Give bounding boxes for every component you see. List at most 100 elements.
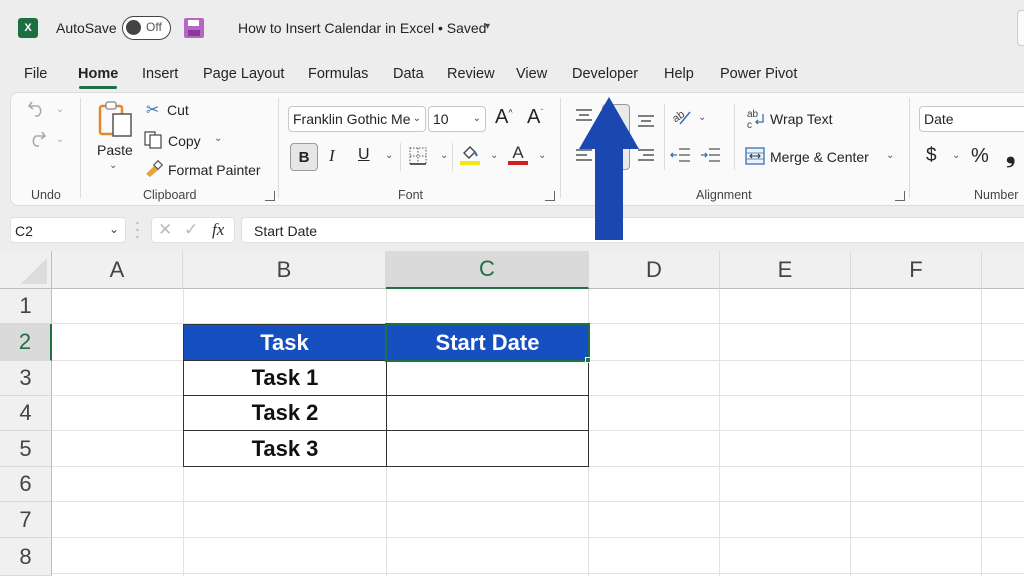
cell-b2[interactable]: Task xyxy=(183,324,386,361)
underline-button[interactable]: U xyxy=(358,146,370,164)
cell-c5[interactable] xyxy=(386,430,589,467)
bold-button[interactable]: B xyxy=(290,143,318,171)
paste-button[interactable]: Paste xyxy=(97,142,133,158)
divider xyxy=(400,143,401,171)
gridline xyxy=(981,289,982,576)
gridline xyxy=(719,289,720,576)
chevron-down-icon[interactable]: ▾ xyxy=(485,21,490,32)
column-header-c[interactable]: C xyxy=(386,251,589,289)
cancel-icon[interactable]: ✕ xyxy=(158,220,172,240)
tab-home[interactable]: Home xyxy=(78,66,118,89)
merge-dropdown-icon[interactable]: ⌄ xyxy=(886,150,894,161)
row-header-1[interactable]: 1 xyxy=(0,289,52,324)
column-header-f[interactable]: F xyxy=(851,251,982,289)
underline-dropdown-icon[interactable]: ⌄ xyxy=(385,150,393,161)
redo-icon[interactable] xyxy=(26,128,48,148)
autosave-label: AutoSave xyxy=(56,20,117,36)
alignment-launcher-icon[interactable] xyxy=(895,191,905,201)
select-all-button[interactable] xyxy=(0,251,52,289)
paste-dropdown-icon[interactable]: ⌄ xyxy=(109,160,117,171)
cut-button[interactable]: Cut xyxy=(167,102,189,118)
orientation-dropdown-icon[interactable]: ⌄ xyxy=(698,112,706,123)
tab-formulas[interactable]: Formulas xyxy=(308,66,368,82)
divider xyxy=(664,104,665,170)
tab-developer[interactable]: Developer xyxy=(572,66,638,82)
cell-c4[interactable] xyxy=(386,395,589,431)
copy-dropdown-icon[interactable]: ⌄ xyxy=(214,133,222,144)
cell-c2[interactable]: Start Date xyxy=(386,324,589,361)
undo-dropdown-icon[interactable]: ⌄ xyxy=(56,104,64,115)
currency-dropdown-icon[interactable]: ⌄ xyxy=(952,150,960,161)
orientation-icon[interactable]: ab xyxy=(670,106,694,128)
cell-c3[interactable] xyxy=(386,360,589,396)
row-header-2[interactable]: 2 xyxy=(0,324,52,361)
tab-view[interactable]: View xyxy=(516,66,547,82)
font-name-select[interactable]: Franklin Gothic Me ⌄ xyxy=(288,106,426,132)
cell-b5[interactable]: Task 3 xyxy=(183,430,387,467)
cell-b3[interactable]: Task 1 xyxy=(183,360,387,396)
enter-icon[interactable]: ✓ xyxy=(184,220,198,240)
autosave-toggle[interactable]: Off xyxy=(122,16,171,40)
font-group-label: Font xyxy=(398,188,424,202)
font-color-icon[interactable]: A xyxy=(507,143,529,167)
font-launcher-icon[interactable] xyxy=(545,191,555,201)
tab-data[interactable]: Data xyxy=(393,66,424,82)
cell-b4[interactable]: Task 2 xyxy=(183,395,387,431)
grow-font-icon: A xyxy=(495,106,509,128)
increase-indent-icon[interactable] xyxy=(700,147,722,163)
grow-font-button[interactable]: A^ xyxy=(495,106,513,129)
name-box[interactable]: C2 ⌄ xyxy=(10,217,126,243)
column-header-a[interactable]: A xyxy=(52,251,183,289)
tab-file[interactable]: File xyxy=(24,66,47,82)
group-divider xyxy=(560,98,561,198)
row-header-5[interactable]: 5 xyxy=(0,431,52,467)
wrap-text-button[interactable]: Wrap Text xyxy=(770,111,833,127)
row-header-6[interactable]: 6 xyxy=(0,467,52,502)
svg-text:ab: ab xyxy=(747,109,759,120)
redo-dropdown-icon[interactable]: ⌄ xyxy=(56,134,64,145)
paste-icon[interactable] xyxy=(98,100,134,138)
borders-icon[interactable] xyxy=(408,146,428,166)
decrease-indent-icon[interactable] xyxy=(670,147,692,163)
percent-button[interactable]: % xyxy=(971,145,989,168)
merge-center-button[interactable]: Merge & Center xyxy=(770,149,869,165)
comma-style-button[interactable]: ❟ xyxy=(1006,141,1015,169)
save-icon[interactable] xyxy=(184,18,204,38)
font-name-value: Franklin Gothic Me xyxy=(293,111,411,127)
font-size-select[interactable]: 10 ⌄ xyxy=(428,106,486,132)
wrap-text-icon: abc xyxy=(747,109,764,130)
italic-button[interactable]: I xyxy=(329,146,335,166)
font-color-dropdown-icon[interactable]: ⌄ xyxy=(538,150,546,161)
copy-button[interactable]: Copy xyxy=(168,133,201,149)
row-header-4[interactable]: 4 xyxy=(0,396,52,431)
fill-handle[interactable] xyxy=(585,357,591,363)
format-painter-button[interactable]: Format Painter xyxy=(168,162,261,178)
shrink-font-button[interactable]: Aˇ xyxy=(527,106,543,129)
tab-insert[interactable]: Insert xyxy=(142,66,178,82)
row-header-7[interactable]: 7 xyxy=(0,502,52,538)
clipboard-launcher-icon[interactable] xyxy=(265,191,275,201)
number-format-select[interactable]: Date xyxy=(919,106,1024,132)
search-box[interactable] xyxy=(1017,10,1024,46)
document-title[interactable]: How to Insert Calendar in Excel • Saved xyxy=(238,20,486,36)
column-header-b[interactable]: B xyxy=(183,251,386,289)
tab-page-layout[interactable]: Page Layout xyxy=(203,66,284,82)
insert-function-icon[interactable]: fx xyxy=(212,220,224,240)
fill-color-dropdown-icon[interactable]: ⌄ xyxy=(490,150,498,161)
fill-color-icon[interactable] xyxy=(459,143,481,167)
row-header-8[interactable]: 8 xyxy=(0,538,52,576)
row-header-3[interactable]: 3 xyxy=(0,361,52,396)
currency-button[interactable]: $ xyxy=(926,145,937,167)
column-header-e[interactable]: E xyxy=(720,251,851,289)
undo-icon[interactable] xyxy=(26,98,48,118)
group-divider xyxy=(909,98,910,198)
clipboard-group-label: Clipboard xyxy=(143,188,197,202)
borders-dropdown-icon[interactable]: ⌄ xyxy=(440,150,448,161)
drag-handle-icon[interactable] xyxy=(136,220,139,240)
tab-review[interactable]: Review xyxy=(447,66,495,82)
shrink-font-icon: A xyxy=(527,106,541,128)
tab-help[interactable]: Help xyxy=(664,66,694,82)
tab-power-pivot[interactable]: Power Pivot xyxy=(720,66,797,82)
column-header-d[interactable]: D xyxy=(589,251,720,289)
column-header-g[interactable] xyxy=(982,251,1024,289)
